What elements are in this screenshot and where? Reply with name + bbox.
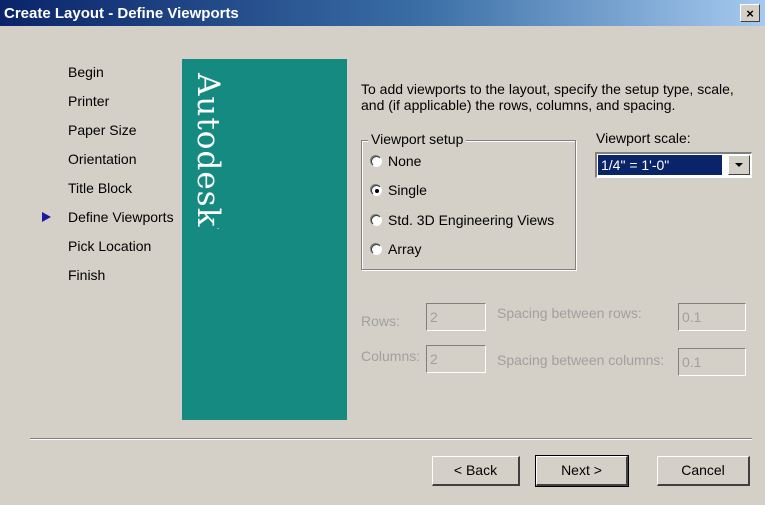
nav-item-begin: Begin xyxy=(68,64,104,80)
radio-single[interactable]: Single xyxy=(371,182,427,198)
autodesk-brand-panel: Autodesk. xyxy=(182,59,347,420)
radio-array-label: Array xyxy=(388,241,422,257)
nav-item-finish: Finish xyxy=(68,267,106,283)
columns-label: Columns: xyxy=(361,348,421,364)
nav-item-pick-location: Pick Location xyxy=(68,238,152,254)
title-bar: Create Layout - Define Viewports × xyxy=(0,0,765,26)
nav-item-orientation: Orientation xyxy=(68,151,137,167)
back-button[interactable]: < Back xyxy=(432,456,520,486)
brand-mark: . xyxy=(215,227,225,231)
radio-array-button[interactable] xyxy=(371,244,382,255)
autodesk-logo: Autodesk. xyxy=(190,73,226,231)
nav-item-define-viewports: Define Viewports xyxy=(68,209,174,225)
radio-none[interactable]: None xyxy=(371,153,421,169)
divider xyxy=(30,438,752,440)
viewport-setup-label: Viewport setup xyxy=(368,131,467,147)
column-spacing-label: Spacing between columns: xyxy=(497,352,665,368)
nav-item-paper-size: Paper Size xyxy=(68,122,137,138)
radio-single-button[interactable] xyxy=(371,185,382,196)
close-button[interactable]: × xyxy=(740,4,760,22)
columns-input[interactable]: 2 xyxy=(426,345,486,373)
window-title: Create Layout - Define Viewports xyxy=(4,5,239,22)
radio-std-3d-views-button[interactable] xyxy=(371,215,382,226)
rows-input[interactable]: 2 xyxy=(426,303,486,331)
row-spacing-input[interactable]: 0.1 xyxy=(678,303,746,331)
radio-array[interactable]: Array xyxy=(371,241,421,257)
viewport-scale-value: 1/4" = 1'-0" xyxy=(598,155,722,175)
radio-single-label: Single xyxy=(388,182,427,198)
radio-none-button[interactable] xyxy=(371,156,382,167)
radio-std-3d-views[interactable]: Std. 3D Engineering Views xyxy=(371,212,554,228)
next-button[interactable]: Next > xyxy=(535,455,629,487)
viewport-scale-select[interactable]: 1/4" = 1'-0" xyxy=(595,152,752,178)
brand-text: Autodesk xyxy=(190,73,226,228)
row-spacing-label: Spacing between rows: xyxy=(497,305,642,321)
radio-none-label: None xyxy=(388,153,422,169)
rows-label: Rows: xyxy=(361,313,400,329)
instructions-text: To add viewports to the layout, specify … xyxy=(361,81,734,113)
current-step-arrow-icon xyxy=(42,212,51,222)
column-spacing-input[interactable]: 0.1 xyxy=(678,348,746,376)
cancel-button[interactable]: Cancel xyxy=(657,456,750,486)
chevron-down-icon[interactable] xyxy=(728,155,750,175)
nav-item-title-block: Title Block xyxy=(68,180,133,196)
nav-item-printer: Printer xyxy=(68,93,110,109)
viewport-scale-label: Viewport scale: xyxy=(596,130,691,146)
radio-std-3d-views-label: Std. 3D Engineering Views xyxy=(388,212,555,228)
